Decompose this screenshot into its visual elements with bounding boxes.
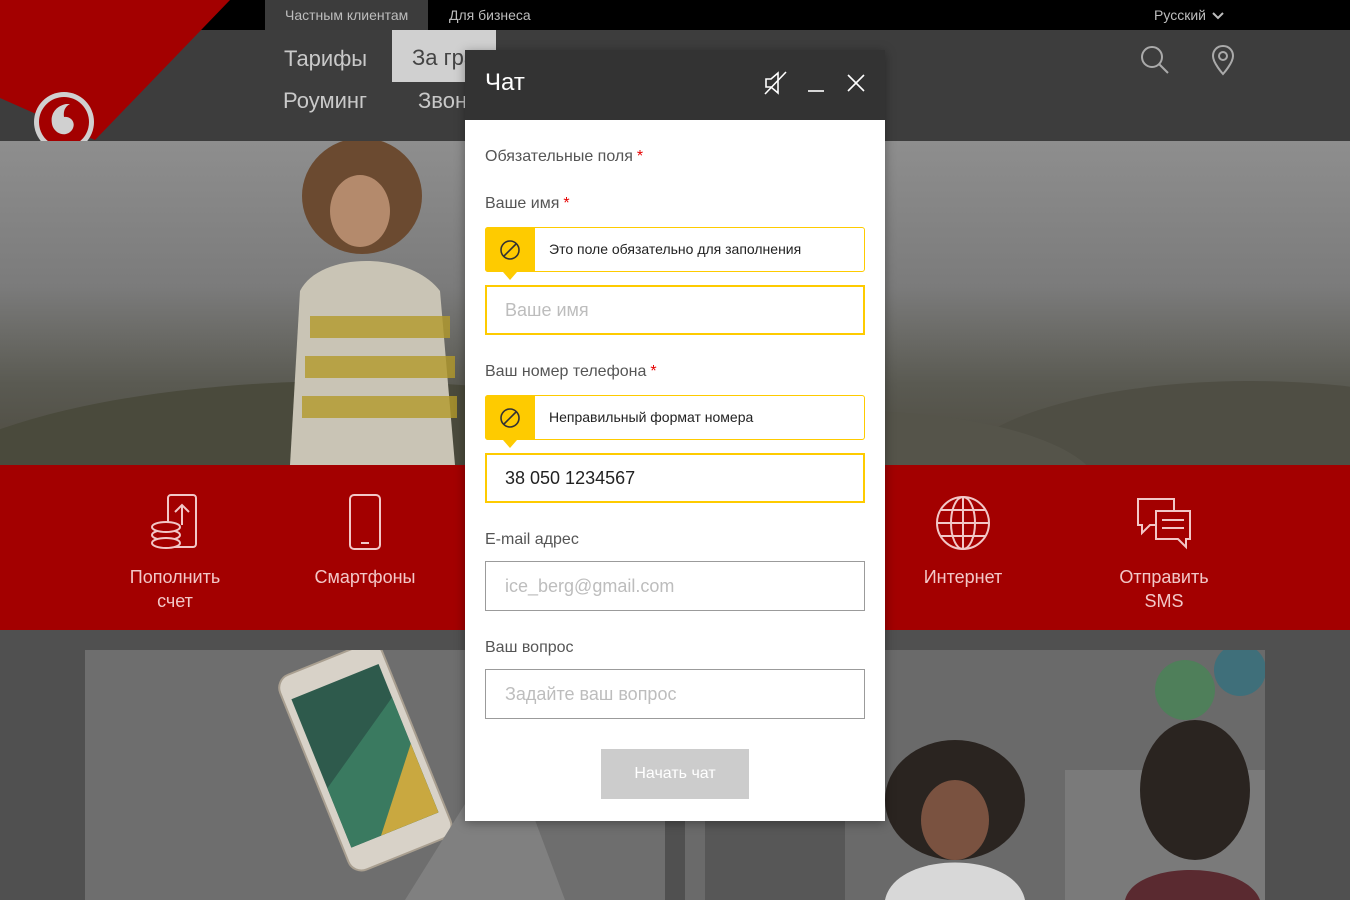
error-badge <box>485 395 535 448</box>
name-label: Ваше имя * <box>485 195 570 213</box>
required-asterisk: * <box>563 195 570 212</box>
nav-calls[interactable]: Звон <box>418 88 467 114</box>
required-fields-note: Обязательные поля * <box>485 148 643 166</box>
quicklink-label: Пополнить счет <box>129 567 221 611</box>
close-icon <box>847 74 865 92</box>
chevron-down-icon <box>1212 12 1224 20</box>
name-error-text: Это поле обязательно для заполнения <box>549 241 802 257</box>
chat-dialog: Чат Обязательные поля * Ваше имя * Это п… <box>465 50 885 821</box>
close-button[interactable] <box>841 68 871 98</box>
phone-input[interactable] <box>485 453 865 503</box>
quicklink-smartphones[interactable]: Смартфоны <box>290 493 440 589</box>
required-note-text: Обязательные поля <box>485 148 633 165</box>
phone-label-text: Ваш номер телефона <box>485 363 647 380</box>
chat-header: Чат <box>465 50 885 120</box>
question-label: Ваш вопрос <box>485 639 574 656</box>
minimize-icon <box>808 90 824 92</box>
email-input[interactable] <box>485 561 865 611</box>
start-chat-button[interactable]: Начать чат <box>601 749 749 799</box>
quicklink-topup[interactable]: Пополнить счет <box>100 493 250 613</box>
quicklink-sms[interactable]: Отправить SMS <box>1089 493 1239 613</box>
nav-roaming[interactable]: Роуминг <box>283 88 367 114</box>
email-label: E-mail адрес <box>485 531 579 548</box>
tab-private-clients[interactable]: Частным клиентам <box>265 0 429 30</box>
tab-business[interactable]: Для бизнеса <box>429 0 551 30</box>
name-label-text: Ваше имя <box>485 195 560 212</box>
globe-icon <box>936 496 990 550</box>
name-input[interactable] <box>485 285 865 335</box>
quicklink-label: Отправить SMS <box>1119 567 1209 611</box>
search-icon[interactable] <box>1140 45 1170 75</box>
hero-woman-image <box>290 141 457 465</box>
name-error-tooltip: Это поле обязательно для заполнения <box>485 227 865 280</box>
minimize-button[interactable] <box>801 68 831 98</box>
speaker-muted-icon <box>764 71 787 95</box>
question-input[interactable] <box>485 669 865 719</box>
chat-title: Чат <box>485 69 525 96</box>
smartphone-icon <box>349 494 381 550</box>
nav-tariffs[interactable]: Тарифы <box>284 46 367 72</box>
error-badge <box>485 227 535 280</box>
quicklink-label: Смартфоны <box>314 567 416 587</box>
required-asterisk: * <box>650 363 657 380</box>
phone-label: Ваш номер телефона * <box>485 363 657 381</box>
quicklink-internet[interactable]: Интернет <box>888 493 1038 589</box>
phone-topup-icon <box>151 494 197 549</box>
language-label: Русский <box>1154 7 1206 23</box>
language-selector[interactable]: Русский <box>1154 0 1224 30</box>
phone-error-text: Неправильный формат номера <box>549 409 754 425</box>
phone-error-tooltip: Неправильный формат номера <box>485 395 865 448</box>
brand-logo[interactable] <box>0 0 230 145</box>
required-asterisk: * <box>636 148 644 165</box>
vodafone-logo-icon <box>0 0 230 145</box>
sms-icon <box>1137 498 1191 550</box>
mute-button[interactable] <box>761 68 791 98</box>
quicklink-label: Интернет <box>923 567 1003 587</box>
location-pin-icon[interactable] <box>1211 44 1235 76</box>
prohibited-icon <box>500 239 520 260</box>
prohibited-icon <box>500 407 520 428</box>
